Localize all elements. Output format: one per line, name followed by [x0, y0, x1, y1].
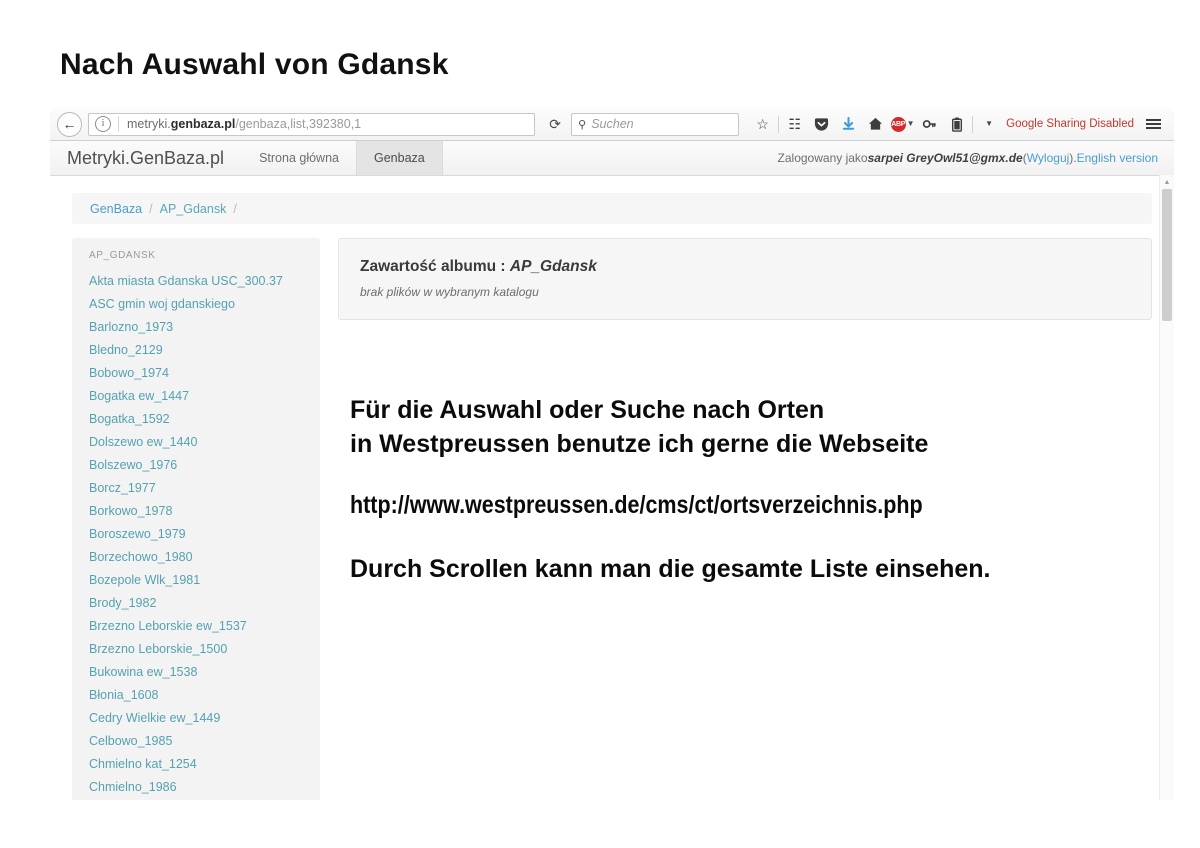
nav-tab-strona-glowna[interactable]: Strona główna [242, 141, 356, 175]
page-scrollbar[interactable]: ▲ [1159, 175, 1174, 800]
album-title-label: Zawartość albumu : [360, 258, 510, 275]
pocket-icon[interactable] [808, 112, 835, 136]
site-header: Metryki.GenBaza.pl Strona główna Genbaza… [50, 141, 1174, 176]
reload-button[interactable]: ⟳ [542, 116, 568, 133]
sidebar-item-bledno[interactable]: Bledno_2129 [72, 339, 320, 362]
album-title-value: AP_Gdansk [510, 258, 597, 275]
hamburger-menu-icon[interactable] [1140, 112, 1167, 136]
sidebar-item-bolszewo[interactable]: Bolszewo_1976 [72, 454, 320, 477]
logout-link[interactable]: Wyloguj [1027, 151, 1070, 165]
annotation-line-2: in Westpreussen benutze ich gerne die We… [350, 427, 1140, 461]
download-arrow-glyph [842, 117, 855, 132]
album-title: Zawartość albumu : AP_Gdansk [360, 258, 1130, 276]
sidebar-item-bogatka[interactable]: Bogatka_1592 [72, 408, 320, 431]
search-icon: ⚲ [578, 118, 586, 131]
url-bar[interactable]: i metryki.genbaza.pl/genbaza,list,392380… [88, 113, 535, 136]
breadcrumb-current[interactable]: AP_Gdansk [160, 202, 227, 216]
sidebar-item-dolszewo-ew[interactable]: Dolszewo ew_1440 [72, 431, 320, 454]
sidebar-item-brzezno-leborskie[interactable]: Brzezno Leborskie_1500 [72, 638, 320, 661]
battery-icon[interactable] [943, 112, 970, 136]
album-card: Zawartość albumu : AP_Gdansk brak plików… [338, 238, 1152, 320]
sidebar-item-borzechowo[interactable]: Borzechowo_1980 [72, 546, 320, 569]
sidebar-item-akta-miasta-gdanska[interactable]: Akta miasta Gdanska USC_300.37 [72, 270, 320, 293]
sidebar-item-blonia[interactable]: Błonia_1608 [72, 684, 320, 707]
sidebar-item-boroszewo[interactable]: Boroszewo_1979 [72, 523, 320, 546]
battery-glyph [951, 117, 963, 132]
sidebar-item-bobowo[interactable]: Bobowo_1974 [72, 362, 320, 385]
home-glyph [868, 117, 883, 131]
adblock-plus-icon[interactable]: ABP ▼ [889, 112, 916, 136]
back-button[interactable]: ← [57, 112, 82, 137]
breadcrumb-separator: / [233, 202, 236, 216]
back-arrow-icon: ← [63, 117, 77, 131]
login-username: sarpei GreyOwl51@gmx.de [868, 151, 1023, 165]
sidebar-item-brzezno-leborskie-ew[interactable]: Brzezno Leborskie ew_1537 [72, 615, 320, 638]
browser-toolbar: ← i metryki.genbaza.pl/genbaza,list,3923… [50, 108, 1174, 141]
home-icon[interactable] [862, 112, 889, 136]
annotation-line-3: Durch Scrollen kann man die gesamte List… [350, 552, 1140, 586]
bookmark-star-icon[interactable]: ☆ [749, 112, 776, 136]
sidebar-item-bozepole-wlk[interactable]: Bozepole Wlk_1981 [72, 569, 320, 592]
annotation-url: http://www.westpreussen.de/cms/ct/ortsve… [350, 488, 1029, 522]
key-icon[interactable] [916, 112, 943, 136]
page-title: Nach Auswahl von Gdansk [60, 48, 449, 82]
sidebar-item-asc-gmin-woj-gdanskiego[interactable]: ASC gmin woj gdanskiego [72, 293, 320, 316]
pocket-shield-glyph [814, 117, 829, 132]
sidebar-item-bukowina-ew[interactable]: Bukowina ew_1538 [72, 661, 320, 684]
toolbar-divider [778, 116, 779, 133]
sidebar-item-celbowo[interactable]: Celbowo_1985 [72, 730, 320, 753]
breadcrumb: GenBaza / AP_Gdansk / [72, 193, 1152, 224]
sidebar-item-brody[interactable]: Brody_1982 [72, 592, 320, 615]
breadcrumb-separator: / [149, 202, 152, 216]
annotation-line-1: Für die Auswahl oder Suche nach Orten [350, 393, 1140, 427]
login-status: Zalogowany jako sarpei GreyOwl51@gmx.de … [778, 141, 1174, 175]
sidebar-heading: AP_GDANSK [72, 250, 320, 270]
url-divider [118, 116, 119, 132]
album-empty-message: brak plików w wybranym katalogu [360, 285, 1130, 299]
sidebar-item-cedry-wielkie-ew[interactable]: Cedry Wielkie ew_1449 [72, 707, 320, 730]
search-placeholder: Suchen [591, 117, 633, 131]
url-text: metryki.genbaza.pl/genbaza,list,392380,1 [127, 117, 361, 131]
reader-list-icon[interactable]: ☷ [781, 112, 808, 136]
english-version-link[interactable]: English version [1077, 151, 1158, 165]
key-glyph [922, 117, 937, 131]
sidebar-item-barlozno[interactable]: Barlozno_1973 [72, 316, 320, 339]
sidebar-item-borcz[interactable]: Borcz_1977 [72, 477, 320, 500]
abp-badge: ABP [891, 117, 906, 132]
annotation-overlay: Für die Auswahl oder Suche nach Orten in… [350, 393, 1140, 586]
downloads-icon[interactable] [835, 112, 862, 136]
site-info-icon[interactable]: i [95, 116, 111, 132]
overflow-chevron-icon[interactable]: ▼ [975, 112, 1002, 136]
album-sidebar: AP_GDANSK Akta miasta Gdanska USC_300.37… [72, 238, 320, 800]
annotation-spacer [350, 461, 1140, 488]
sidebar-item-bogatka-ew[interactable]: Bogatka ew_1447 [72, 385, 320, 408]
sidebar-item-chmielno[interactable]: Chmielno_1986 [72, 776, 320, 799]
search-bar[interactable]: ⚲ Suchen [571, 113, 739, 136]
scroll-up-arrow-icon[interactable]: ▲ [1160, 175, 1174, 189]
scrollbar-thumb[interactable] [1162, 189, 1172, 321]
chevron-down-icon[interactable]: ▼ [907, 120, 915, 128]
nav-tab-genbaza[interactable]: Genbaza [356, 141, 443, 175]
site-brand[interactable]: Metryki.GenBaza.pl [50, 141, 242, 175]
url-prefix: metryki. [127, 117, 171, 131]
logout-close-paren: ). [1069, 151, 1076, 165]
toolbar-divider [972, 116, 973, 133]
google-sharing-status[interactable]: Google Sharing Disabled [1006, 118, 1134, 130]
login-prefix: Zalogowany jako [778, 151, 868, 165]
annotation-spacer [350, 522, 1140, 552]
url-path: /genbaza,list,392380,1 [235, 117, 361, 131]
url-domain: genbaza.pl [171, 117, 236, 131]
sidebar-item-chmielno-kat[interactable]: Chmielno kat_1254 [72, 753, 320, 776]
sidebar-item-borkowo[interactable]: Borkowo_1978 [72, 500, 320, 523]
hamburger-glyph [1146, 119, 1161, 129]
breadcrumb-root[interactable]: GenBaza [90, 202, 142, 216]
toolbar-icon-group: ☆ ☷ ABP ▼ [749, 112, 1167, 136]
